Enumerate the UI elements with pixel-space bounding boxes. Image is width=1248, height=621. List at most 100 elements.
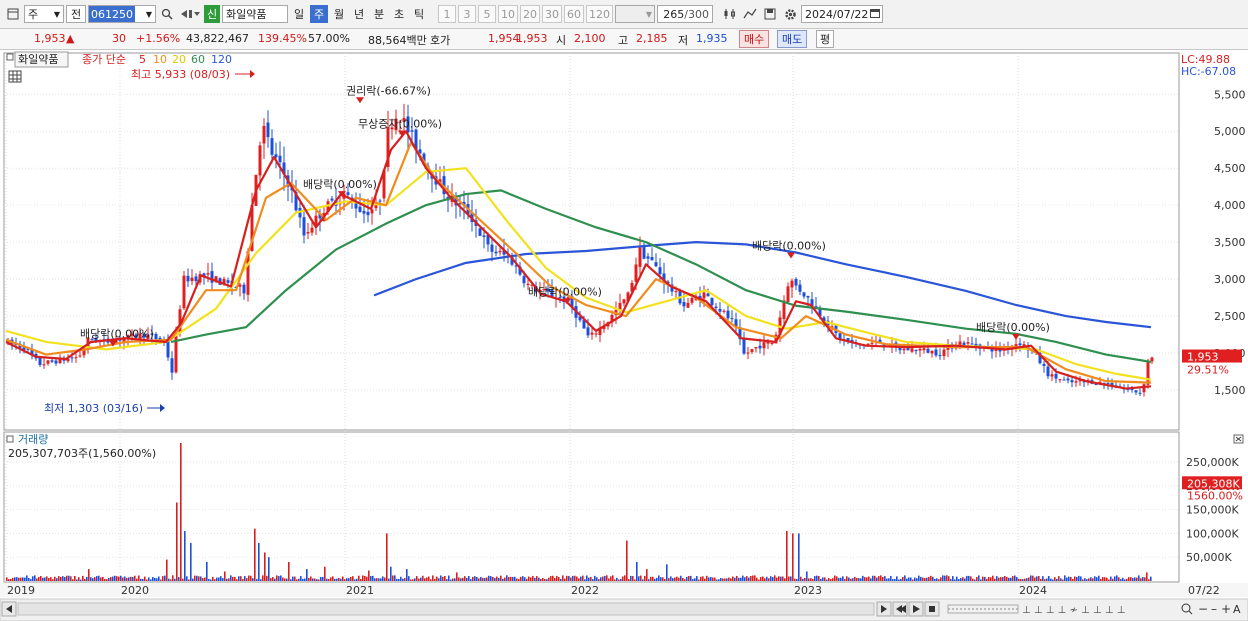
ma120-legend: 120 (211, 53, 232, 66)
font-size-icon[interactable]: A (1233, 603, 1241, 616)
drawing-tools-icons[interactable]: ⊥ ⊥ ⊥ ⊥ ≁ ⊥ ⊥ ⊥ ⊥ (1022, 605, 1126, 616)
candle-body (302, 217, 306, 236)
volume-bar (1104, 577, 1106, 581)
volume-bar (330, 577, 332, 581)
volume-bar (614, 579, 616, 581)
interval-30-button[interactable]: 30 (542, 5, 562, 23)
save-icon[interactable] (761, 5, 779, 23)
scroll-left-icon[interactable] (1, 601, 17, 617)
volume-bar (58, 576, 60, 581)
volume-bar (1130, 577, 1132, 581)
gear-icon[interactable] (781, 5, 799, 23)
interval-120-button[interactable]: 120 (586, 5, 613, 23)
scroll-right-icon[interactable] (876, 601, 892, 617)
volume-bar (840, 577, 842, 581)
volume-bar (96, 576, 98, 581)
volume-bar (720, 577, 722, 581)
stock-chart[interactable]: 배당락(0.00%) 권리락(-66.67%) 무상증자(0.00%) 배당락(0.0… (0, 51, 1248, 621)
dash-icon[interactable]: – (1211, 602, 1217, 616)
interval-3-button[interactable]: 3 (458, 5, 476, 23)
candle-body (490, 244, 494, 252)
bar-count-input[interactable]: 265 /300 (657, 5, 713, 23)
period-day-tab[interactable]: 일 (290, 5, 308, 23)
volume-bar (886, 578, 888, 581)
volume-bar (320, 577, 322, 581)
candle-body (806, 295, 810, 298)
stock-nav-icon[interactable] (178, 5, 202, 23)
prefix-button[interactable]: 전 (66, 5, 86, 23)
candle-body (934, 349, 938, 356)
volume-bar (460, 578, 462, 581)
interval-60-button[interactable]: 60 (564, 5, 584, 23)
volume-bar (24, 577, 26, 581)
volume-bar (642, 579, 644, 581)
volume-bar (672, 578, 674, 581)
volume-bar (646, 569, 648, 581)
chart-area[interactable]: 배당락(0.00%) 권리락(-66.67%) 무상증자(0.00%) 배당락(0.0… (0, 51, 1248, 621)
interval-10-button[interactable]: 10 (498, 5, 518, 23)
ma60-legend: 60 (191, 53, 205, 66)
svg-text:⊥ ⊥ ⊥ ⊥ ≁ ⊥ ⊥ ⊥ ⊥: ⊥ ⊥ ⊥ ⊥ ≁ ⊥ ⊥ ⊥ ⊥ (1022, 605, 1126, 616)
volume-bar (446, 579, 448, 581)
period-second-tab[interactable]: 초 (390, 5, 408, 23)
candle-body (54, 360, 58, 364)
volume-bar (16, 577, 18, 581)
period-tick-tab[interactable]: 틱 (410, 5, 428, 23)
stop-icon[interactable] (924, 601, 940, 617)
volume-bar (1096, 577, 1098, 581)
play-icon[interactable] (908, 601, 924, 617)
volume-bar (686, 576, 688, 581)
volume-bar (1136, 577, 1138, 581)
evaluate-button[interactable]: 평 (816, 30, 835, 48)
sell-button[interactable]: 매도 (777, 30, 808, 48)
volume-bar (998, 577, 1000, 581)
volume-bar (276, 575, 278, 581)
chart-type-icon[interactable] (721, 5, 739, 23)
period-month-tab[interactable]: 월 (330, 5, 348, 23)
volume-bar (950, 579, 952, 581)
period-type-select[interactable]: 주 ▼ (24, 5, 64, 23)
drawing-tool-icon[interactable] (741, 5, 759, 23)
volume-bar (634, 579, 636, 581)
buy-button[interactable]: 매수 (739, 30, 770, 48)
interval-1-button[interactable]: 1 (438, 5, 456, 23)
rewind-icon[interactable] (892, 601, 908, 617)
volume-bar (946, 575, 948, 581)
volume-bar (610, 576, 612, 581)
volume-bar (750, 575, 752, 581)
interval-20-button[interactable]: 20 (520, 5, 540, 23)
price-tick-label: 5,000 (1214, 125, 1246, 138)
plus-icon[interactable]: + (1221, 602, 1231, 616)
stock-code-input[interactable]: 061250 ▼ (88, 5, 156, 23)
volume-bar (640, 575, 642, 581)
interval-custom-select[interactable]: ▼ (615, 5, 655, 23)
open-label: 시 (556, 34, 567, 47)
search-icon[interactable] (158, 5, 176, 23)
window-menu-icon[interactable] (4, 5, 22, 23)
data-table-icon[interactable] (8, 70, 22, 83)
volume-bar (776, 577, 778, 581)
minus-icon[interactable]: − (1198, 602, 1208, 616)
period-week-tab[interactable]: 주 (310, 5, 328, 23)
candle-body (306, 232, 310, 234)
interval-5-button[interactable]: 5 (478, 5, 496, 23)
volume-bar (1068, 576, 1070, 581)
volume-bar (336, 578, 338, 581)
period-year-tab[interactable]: 년 (350, 5, 368, 23)
volume-bar (488, 575, 490, 581)
period-minute-tab[interactable]: 분 (370, 5, 388, 23)
volume-total: 205,307,703주(1,560.00%) (8, 447, 156, 460)
volume-bar (522, 576, 524, 581)
volume-bar (748, 577, 750, 581)
horizontal-scrollbar[interactable] (17, 602, 875, 616)
volume-bar (380, 578, 382, 581)
calendar-icon[interactable] (870, 8, 880, 21)
date-input[interactable]: 2024/07/22 (801, 5, 883, 23)
stock-name-field[interactable]: 화일약품 (222, 5, 288, 23)
volume-bar (286, 578, 288, 581)
event-annotation: 배당락(0.00%) (80, 328, 154, 341)
candle-body (906, 348, 910, 351)
volume-bar (912, 579, 914, 581)
volume-bar (924, 578, 926, 581)
volume-bar (316, 579, 318, 581)
